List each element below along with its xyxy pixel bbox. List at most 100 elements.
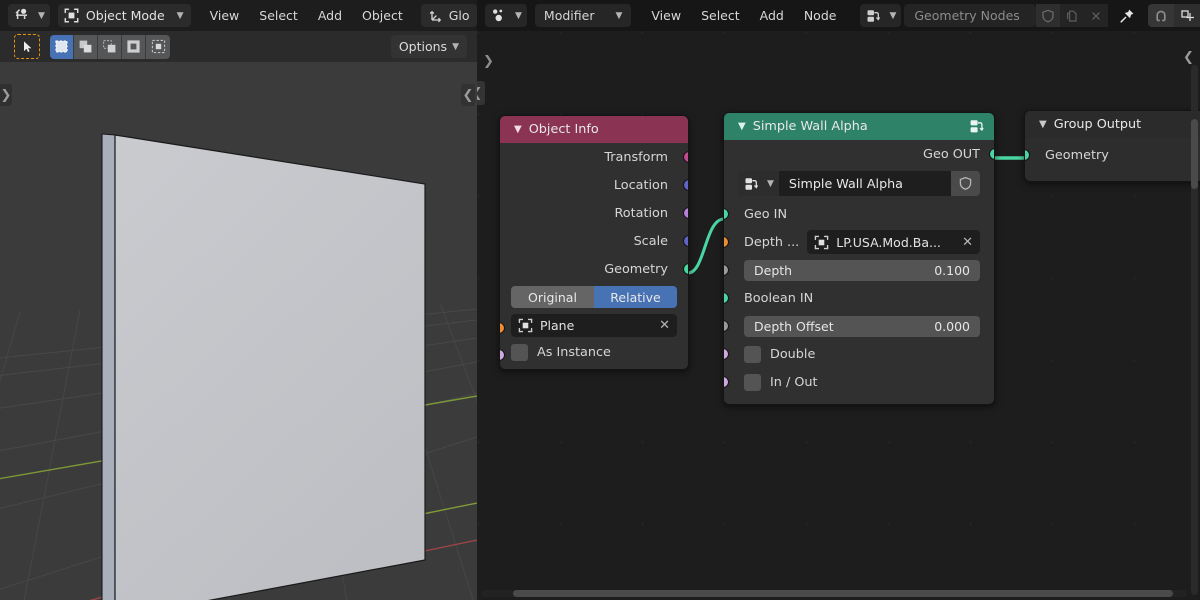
node-input-depth[interactable]: Depth 0.100 bbox=[724, 256, 994, 284]
depth-offset-value-field[interactable]: Depth Offset 0.000 bbox=[744, 315, 980, 337]
viewport-scene bbox=[0, 62, 477, 600]
pin-button[interactable] bbox=[1118, 7, 1136, 25]
node-header-object-info[interactable]: ▼ Object Info bbox=[500, 116, 688, 143]
socket-in-out[interactable] bbox=[724, 376, 729, 388]
node-editor-header: ▼ Modifier ▼ View Select Add Node ▼ Geom… bbox=[477, 0, 1200, 31]
node-body-group-output: Geometry bbox=[1025, 141, 1200, 181]
node-input-depth-object[interactable]: Depth ... LP.USA.Mod.Ba... ✕ bbox=[724, 228, 994, 256]
transform-space-toggle: Original Relative bbox=[500, 283, 688, 308]
chevron-down-icon[interactable]: ▼ bbox=[738, 121, 746, 132]
transform-space-original[interactable]: Original bbox=[511, 286, 594, 308]
chevron-down-icon[interactable]: ▼ bbox=[1039, 119, 1047, 130]
editor-type-selector-node[interactable]: ▼ bbox=[485, 4, 527, 27]
snap-toggle-button[interactable] bbox=[1148, 4, 1175, 27]
socket-group-output-geometry[interactable] bbox=[1025, 149, 1030, 161]
node-input-boolean-in[interactable]: Boolean IN bbox=[724, 284, 994, 312]
unlink-datablock-button[interactable] bbox=[1084, 4, 1109, 27]
socket-scale[interactable] bbox=[683, 235, 688, 247]
menu-add[interactable]: Add bbox=[750, 4, 794, 27]
select-mode-subtract[interactable] bbox=[98, 34, 122, 59]
node-header-group-output[interactable]: ▼ Group Output bbox=[1025, 111, 1200, 138]
node-output-scale[interactable]: Scale bbox=[500, 227, 688, 255]
node-editor-vertical-scrollbar[interactable] bbox=[1191, 119, 1198, 189]
node-output-location[interactable]: Location bbox=[500, 171, 688, 199]
duplicate-datablock-button[interactable] bbox=[1060, 4, 1085, 27]
node-group-output[interactable]: ▼ Group Output Geometry bbox=[1024, 110, 1200, 182]
snap-magnet-icon bbox=[1153, 8, 1169, 24]
select-mode-set[interactable] bbox=[50, 34, 74, 59]
socket-rotation[interactable] bbox=[683, 207, 688, 219]
menu-select[interactable]: Select bbox=[691, 4, 750, 27]
geometry-node-editor[interactable]: ❯ ❮ ❮ ▼ Object Info Transform bbox=[477, 31, 1200, 600]
editor-type-geometry-nodes-icon bbox=[490, 7, 507, 24]
socket-transform[interactable] bbox=[683, 151, 688, 163]
3d-viewport[interactable]: ❯ ❮ bbox=[0, 62, 477, 600]
node-tree-name-field[interactable]: Geometry Nodes bbox=[904, 4, 1037, 27]
select-mode-invert[interactable] bbox=[122, 34, 146, 59]
object-field-row: Plane ✕ bbox=[500, 308, 688, 337]
socket-boolean-in[interactable] bbox=[724, 292, 729, 304]
node-group-fake-user-button[interactable] bbox=[951, 171, 980, 196]
node-group-name-field[interactable]: Simple Wall Alpha bbox=[778, 171, 951, 196]
node-header-simple-wall-alpha[interactable]: ▼ Simple Wall Alpha bbox=[724, 113, 994, 140]
menu-select[interactable]: Select bbox=[249, 4, 308, 27]
fake-user-shield-icon bbox=[958, 176, 973, 191]
depth-value-field[interactable]: Depth 0.100 bbox=[744, 259, 980, 281]
menu-node[interactable]: Node bbox=[794, 4, 847, 27]
menu-add[interactable]: Add bbox=[308, 4, 352, 27]
node-context-selector[interactable]: Modifier ▼ bbox=[534, 4, 632, 27]
node-simple-wall-alpha[interactable]: ▼ Simple Wall Alpha Geo OUT ▼ Simple Wal… bbox=[723, 112, 995, 405]
node-input-depth-offset[interactable]: Depth Offset 0.000 bbox=[724, 312, 994, 340]
as-instance-checkbox[interactable] bbox=[511, 344, 528, 361]
select-mode-intersect[interactable] bbox=[146, 34, 170, 59]
node-output-rotation[interactable]: Rotation bbox=[500, 199, 688, 227]
toolbar-collapse-icon: ❮ bbox=[477, 86, 482, 101]
menu-view[interactable]: View bbox=[641, 4, 691, 27]
browse-node-group-button[interactable]: ▼ bbox=[860, 4, 902, 27]
toolbar-expand-arrow[interactable]: ❯ bbox=[0, 84, 12, 106]
double-checkbox[interactable] bbox=[744, 345, 761, 363]
socket-geometry[interactable] bbox=[683, 263, 688, 275]
transform-orientation-selector[interactable]: Glo bbox=[420, 4, 477, 27]
node-input-in-out[interactable]: In / Out bbox=[724, 368, 994, 396]
in-out-checkbox[interactable] bbox=[744, 373, 761, 391]
socket-object[interactable] bbox=[500, 322, 505, 334]
active-tool-button[interactable] bbox=[14, 34, 40, 59]
select-mode-extend[interactable] bbox=[74, 34, 98, 59]
socket-location[interactable] bbox=[683, 179, 688, 191]
node-editor-horizontal-scrollbar[interactable] bbox=[513, 590, 1173, 597]
n-panel-expand-arrow[interactable]: ❮ bbox=[461, 84, 475, 106]
editor-type-selector-3d[interactable]: ▼ bbox=[8, 4, 50, 27]
socket-depth-object[interactable] bbox=[724, 236, 729, 248]
clear-x-icon[interactable]: ✕ bbox=[962, 235, 973, 250]
clear-x-icon[interactable]: ✕ bbox=[659, 318, 670, 333]
node-input-geo-in[interactable]: Geo IN bbox=[724, 200, 994, 228]
node-toolbar-collapse-arrow[interactable]: ❮ bbox=[477, 81, 485, 105]
node-menu-bar: View Select Add Node bbox=[641, 4, 846, 27]
socket-double[interactable] bbox=[724, 348, 729, 360]
socket-geo-out[interactable] bbox=[989, 148, 994, 160]
node-object-info[interactable]: ▼ Object Info Transform Location Rotatio… bbox=[499, 115, 689, 370]
browse-node-group-icon bbox=[865, 8, 881, 24]
menu-object[interactable]: Object bbox=[352, 4, 413, 27]
socket-depth[interactable] bbox=[724, 264, 729, 276]
depth-object-selector-field[interactable]: LP.USA.Mod.Ba... ✕ bbox=[807, 230, 980, 254]
node-input-geometry[interactable]: Geometry bbox=[1025, 141, 1200, 169]
transform-space-relative[interactable]: Relative bbox=[594, 286, 677, 308]
node-output-geometry[interactable]: Geometry bbox=[500, 255, 688, 283]
node-toolbar-expand-arrow[interactable]: ❯ bbox=[482, 50, 495, 72]
browse-node-group-button[interactable]: ▼ bbox=[738, 171, 779, 196]
chevron-down-icon[interactable]: ▼ bbox=[514, 124, 522, 135]
node-output-geo-out[interactable]: Geo OUT bbox=[724, 140, 994, 168]
socket-geo-in[interactable] bbox=[724, 208, 729, 220]
viewport-options-button[interactable]: Options ▼ bbox=[390, 35, 467, 58]
interaction-mode-selector[interactable]: Object Mode ▼ bbox=[57, 4, 191, 27]
fake-user-shield-button[interactable] bbox=[1036, 4, 1061, 27]
snap-target-button[interactable] bbox=[1174, 4, 1200, 27]
node-output-transform[interactable]: Transform bbox=[500, 143, 688, 171]
object-selector-field[interactable]: Plane ✕ bbox=[511, 314, 677, 337]
socket-depth-offset[interactable] bbox=[724, 320, 729, 332]
menu-view[interactable]: View bbox=[200, 4, 250, 27]
socket-as-instance[interactable] bbox=[500, 349, 505, 361]
node-input-double[interactable]: Double bbox=[724, 340, 994, 368]
